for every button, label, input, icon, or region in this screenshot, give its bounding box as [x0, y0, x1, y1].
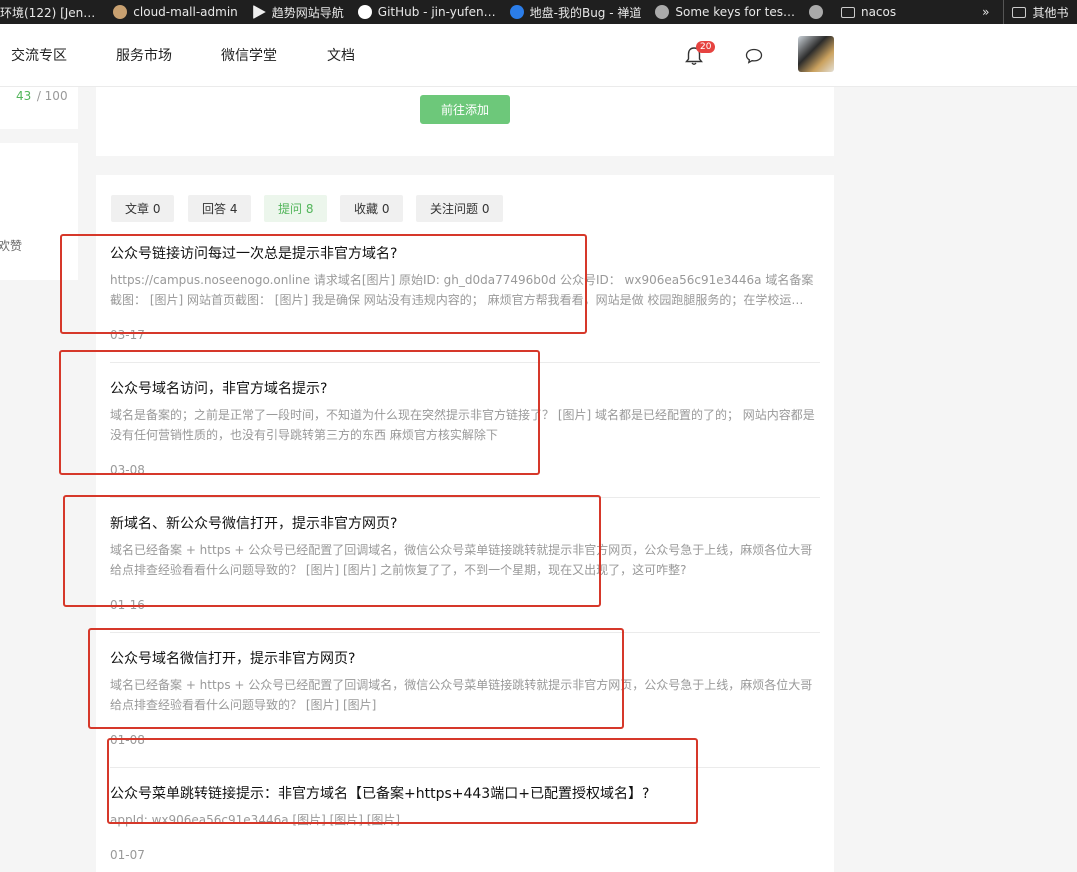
zentao-icon: [509, 5, 524, 19]
globe-icon: [655, 5, 670, 19]
progress-card: 43 / 100: [0, 87, 78, 129]
globe-icon: [808, 5, 823, 19]
nav-item-community[interactable]: 交流专区: [11, 45, 67, 65]
bookmark-other[interactable]: 其他书: [1003, 0, 1068, 24]
bookmark-label: 其他书: [1032, 5, 1069, 20]
play-icon: [253, 5, 266, 19]
bookmark-label: GitHub - jin-yufen…: [377, 5, 496, 19]
bookmark-nacos[interactable]: nacos: [840, 0, 897, 24]
bookmark-label: cloud-mall-admin: [133, 5, 238, 19]
progress-current: 43: [16, 89, 32, 103]
bookmark-globe[interactable]: [808, 0, 829, 24]
user-avatar[interactable]: [798, 36, 834, 72]
bookmark-label: Some keys for tes…: [675, 5, 795, 19]
bookmarks-bar: 环境(122) [Jen… cloud-mall-admin 趋势网站导航 Gi…: [0, 0, 1077, 24]
folder-icon: [840, 6, 855, 18]
tab-articles[interactable]: 文章 0: [111, 195, 175, 222]
tab-questions[interactable]: 提问 8: [264, 195, 328, 222]
annotation-box: [107, 738, 698, 824]
annotation-box: [59, 350, 540, 475]
nav-item-docs[interactable]: 文档: [327, 45, 355, 65]
bookmark-label: 地盘-我的Bug - 禅道: [529, 5, 642, 20]
bookmarks-overflow-button[interactable]: »: [982, 0, 989, 24]
tab-followed-questions[interactable]: 关注问题 0: [416, 195, 504, 222]
bookmark-zentao[interactable]: 地盘-我的Bug - 禅道: [509, 0, 642, 24]
bookmark-label: 环境(122) [Jen…: [0, 5, 96, 20]
folder-icon: [1012, 6, 1027, 18]
bookmark-some-keys[interactable]: Some keys for tes…: [655, 0, 795, 24]
annotation-box: [60, 234, 587, 334]
annotation-box: [63, 495, 601, 607]
question-date: 01-07: [110, 848, 145, 862]
avatar-icon: [113, 5, 128, 19]
annotation-box: [88, 628, 624, 729]
tab-favorites[interactable]: 收藏 0: [340, 195, 404, 222]
chat-icon[interactable]: [745, 48, 763, 64]
bookmark-cloud-mall-admin[interactable]: cloud-mall-admin: [113, 0, 238, 24]
bookmark-jenkins[interactable]: 环境(122) [Jen…: [0, 0, 95, 24]
bookmark-trend-nav[interactable]: 趋势网站导航: [252, 0, 344, 24]
top-nav: 交流专区 服务市场 微信学堂 文档: [0, 24, 1077, 87]
nav-item-service-market[interactable]: 服务市场: [116, 45, 172, 65]
bookmark-label: nacos: [860, 5, 897, 19]
tab-answers[interactable]: 回答 4: [188, 195, 252, 222]
bookmark-label: 趋势网站导航: [271, 5, 344, 20]
progress-total: / 100: [33, 89, 68, 103]
go-add-button[interactable]: 前往添加: [420, 95, 510, 124]
notification-badge: 20: [696, 41, 716, 53]
sidebar-fragment-text: 欢赞: [0, 239, 23, 253]
overflow-chevron-icon: »: [982, 5, 990, 19]
bookmark-github[interactable]: GitHub - jin-yufen…: [357, 0, 496, 24]
nav-item-wechat-academy[interactable]: 微信学堂: [221, 45, 277, 65]
github-icon: [357, 5, 372, 19]
